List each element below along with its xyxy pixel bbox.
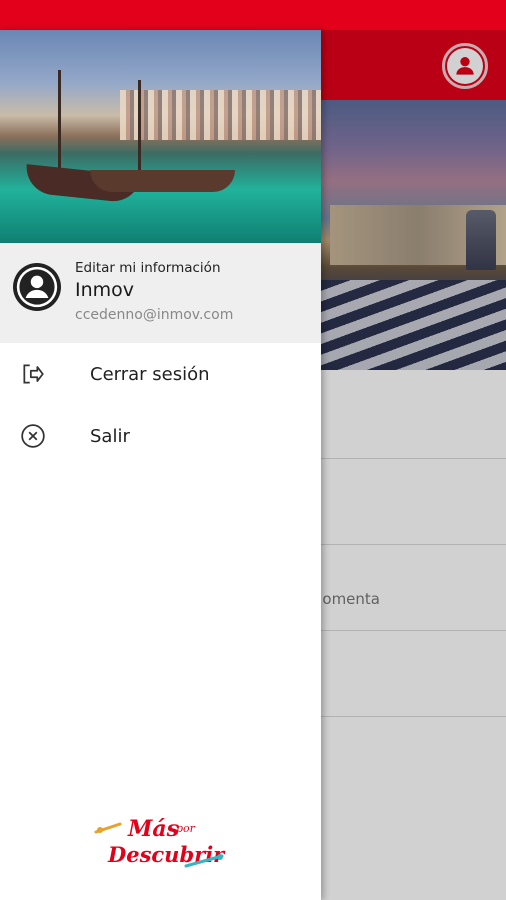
user-name: Inmov [75, 279, 135, 301]
user-panel[interactable]: Editar mi información Inmov ccedenno@inm… [0, 243, 321, 343]
user-avatar-icon [13, 263, 61, 311]
edit-profile-link[interactable]: Editar mi información [75, 260, 221, 276]
user-email: ccedenno@inmov.com [75, 307, 234, 323]
menu-item-label: Salir [90, 425, 130, 447]
drawer-header-photo [0, 30, 321, 243]
menu-item-logout[interactable]: Cerrar sesión [0, 343, 321, 405]
status-bar [0, 0, 506, 30]
logo-text-descubrir: Descubrir [107, 842, 226, 867]
close-circle-icon [20, 423, 46, 449]
menu-item-exit[interactable]: Salir [0, 405, 321, 467]
logo-text-mas: Más [127, 816, 179, 842]
mas-por-descubrir-logo: Más por Descubrir [94, 816, 226, 868]
menu-item-label: Cerrar sesión [90, 363, 210, 385]
logout-icon [20, 361, 46, 387]
logo-text-por: por [176, 822, 196, 835]
navigation-drawer: Editar mi información Inmov ccedenno@inm… [0, 30, 321, 900]
